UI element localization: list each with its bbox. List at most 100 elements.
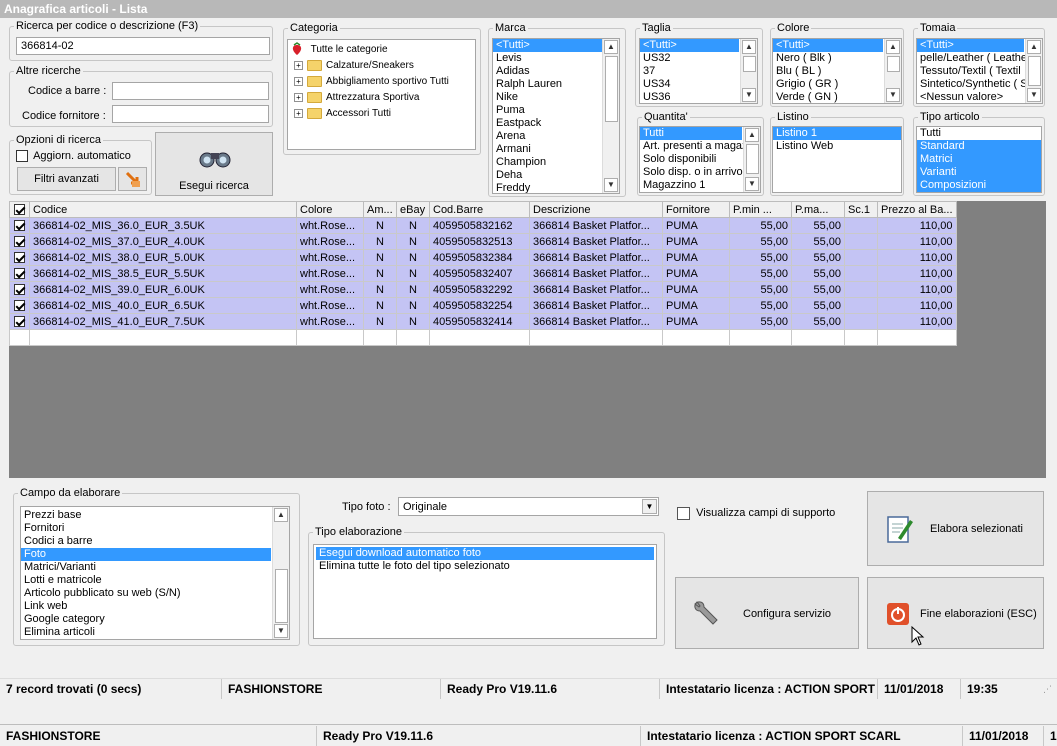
size-scrollbar[interactable]: ▲ ▼ bbox=[740, 39, 757, 103]
column-header[interactable]: eBay bbox=[396, 201, 430, 218]
quantity-list[interactable]: Tutti Art. presenti a magazzino Solo dis… bbox=[639, 126, 761, 193]
scroll-down-icon[interactable]: ▼ bbox=[745, 177, 759, 191]
row-checkbox[interactable] bbox=[9, 313, 30, 330]
quantity-item[interactable]: Magazzino 1 bbox=[640, 179, 744, 192]
table-row[interactable]: 366814-02_MIS_41.0_EUR_7.5UK wht.Rose... N… bbox=[9, 313, 957, 330]
scroll-thumb[interactable] bbox=[275, 569, 288, 623]
configure-service-button[interactable]: Configura servizio bbox=[675, 577, 859, 649]
row-checkbox[interactable] bbox=[9, 233, 30, 250]
color-item[interactable]: Grigio ( GR ) bbox=[773, 78, 901, 91]
expand-plus-icon[interactable]: + bbox=[294, 92, 303, 102]
chevron-down-icon[interactable]: ▼ bbox=[642, 499, 657, 514]
brand-item[interactable]: Champion bbox=[493, 156, 619, 169]
upper-material-item[interactable]: <Tutti> bbox=[917, 39, 1024, 52]
scroll-up-icon[interactable]: ▲ bbox=[745, 128, 759, 142]
supplier-code-input[interactable] bbox=[112, 105, 269, 123]
auto-update-checkbox[interactable]: Aggiorn. automatico bbox=[16, 150, 131, 163]
color-list[interactable]: <Tutti> Nero ( Blk ) Blu ( BL ) Grigio (… bbox=[772, 38, 902, 104]
photo-type-select[interactable]: Originale ▼ bbox=[398, 497, 659, 516]
table-row[interactable]: 366814-02_MIS_36.0_EUR_3.5UK wht.Rose... N… bbox=[9, 217, 957, 234]
scroll-up-icon[interactable]: ▲ bbox=[886, 40, 900, 54]
processing-type-list[interactable]: Esegui download automatico foto Elimina … bbox=[313, 544, 657, 639]
brand-item[interactable]: Arena bbox=[493, 130, 619, 143]
upper-material-item[interactable]: <Nessun valore> bbox=[917, 91, 1027, 103]
process-field-item[interactable]: Lotti e matricole bbox=[21, 574, 289, 587]
column-header[interactable]: P.min ... bbox=[729, 201, 792, 218]
process-selected-button[interactable]: Elabora selezionati bbox=[867, 491, 1044, 566]
checkbox-icon[interactable] bbox=[14, 252, 25, 264]
table-row[interactable]: 366814-02_MIS_38.5_EUR_5.5UK wht.Rose... N… bbox=[9, 265, 957, 282]
brand-item[interactable]: Freddy bbox=[493, 182, 619, 193]
row-checkbox[interactable] bbox=[9, 297, 30, 314]
advanced-filters-button[interactable]: Filtri avanzati bbox=[17, 167, 116, 191]
row-checkbox[interactable] bbox=[9, 265, 30, 282]
scroll-thumb[interactable] bbox=[887, 56, 900, 72]
run-search-button[interactable]: Esegui ricerca bbox=[155, 132, 273, 196]
scroll-up-icon[interactable]: ▲ bbox=[742, 40, 756, 54]
table-row[interactable]: 366814-02_MIS_39.0_EUR_6.0UK wht.Rose... N… bbox=[9, 281, 957, 298]
auto-update-checkbox-box[interactable] bbox=[16, 150, 28, 163]
item-type-list[interactable]: Tutti Standard Matrici Varianti Composiz… bbox=[916, 126, 1042, 193]
processing-type-item[interactable]: Elimina tutte le foto del tipo seleziona… bbox=[316, 560, 654, 573]
quantity-item[interactable]: Art. presenti a magazzino bbox=[640, 140, 744, 153]
scroll-down-icon[interactable]: ▼ bbox=[604, 178, 618, 192]
price-list-item[interactable]: Listino Web bbox=[773, 140, 901, 153]
item-type-item[interactable]: Tutti bbox=[917, 127, 1041, 140]
scroll-thumb[interactable] bbox=[746, 144, 759, 174]
brand-item[interactable]: Levis bbox=[493, 52, 619, 65]
brand-item[interactable]: <Tutti> bbox=[493, 39, 603, 52]
table-row[interactable]: 366814-02_MIS_38.0_EUR_5.0UK wht.Rose... N… bbox=[9, 249, 957, 266]
column-header[interactable]: Sc.1 bbox=[844, 201, 878, 218]
upper-material-scrollbar[interactable]: ▲ ▼ bbox=[1025, 39, 1042, 103]
brand-item[interactable]: Puma bbox=[493, 104, 619, 117]
scroll-down-icon[interactable]: ▼ bbox=[742, 88, 756, 102]
price-list-item[interactable]: Listino 1 bbox=[773, 127, 901, 140]
scroll-up-icon[interactable]: ▲ bbox=[274, 508, 288, 522]
process-field-item[interactable]: Google category bbox=[21, 613, 289, 626]
scroll-thumb[interactable] bbox=[605, 56, 618, 122]
checkbox-icon[interactable] bbox=[677, 507, 690, 520]
checkbox-icon[interactable] bbox=[14, 236, 25, 248]
expand-plus-icon[interactable]: + bbox=[294, 60, 303, 70]
process-field-list[interactable]: Prezzi base Fornitori Codici a barre Foto Ma… bbox=[20, 506, 290, 640]
category-node-sportswear[interactable]: + Abbigliamento sportivo Tutti bbox=[290, 74, 473, 90]
column-header[interactable]: Cod.Barre bbox=[429, 201, 530, 218]
category-node-accessories[interactable]: + Accessori Tutti bbox=[290, 106, 473, 122]
support-fields-checkbox[interactable]: Visualizza campi di supporto bbox=[677, 507, 835, 520]
process-field-item[interactable]: Matrici/Varianti bbox=[21, 561, 289, 574]
column-header[interactable]: Codice bbox=[29, 201, 297, 218]
size-list[interactable]: <Tutti> US32 37 US34 US36 ▲ ▼ bbox=[639, 38, 758, 104]
scroll-thumb[interactable] bbox=[743, 56, 756, 72]
category-node-sneakers[interactable]: + Calzature/Sneakers bbox=[290, 58, 473, 74]
column-header[interactable]: Descrizione bbox=[529, 201, 663, 218]
brand-item[interactable]: Adidas bbox=[493, 65, 619, 78]
brand-item[interactable]: Nike bbox=[493, 91, 619, 104]
category-node-equipment[interactable]: + Attrezzatura Sportiva bbox=[290, 90, 473, 106]
column-header[interactable]: Am... bbox=[363, 201, 397, 218]
resize-grip-icon[interactable]: ⋰ bbox=[1043, 684, 1052, 695]
quantity-item[interactable]: Tutti bbox=[640, 127, 742, 140]
scroll-thumb[interactable] bbox=[1028, 56, 1041, 86]
results-grid[interactable]: Codice Colore Am... eBay Cod.Barre Descr… bbox=[9, 201, 957, 346]
size-item[interactable]: <Tutti> bbox=[640, 39, 739, 52]
barcode-input[interactable] bbox=[112, 82, 269, 100]
quantity-item[interactable]: Solo disponibili bbox=[640, 153, 744, 166]
end-processing-button[interactable]: Fine elaborazioni (ESC) bbox=[867, 577, 1044, 649]
upper-material-item[interactable]: Sintetico/Synthetic ( S bbox=[917, 78, 1027, 91]
checkbox-icon[interactable] bbox=[14, 300, 25, 312]
scroll-down-icon[interactable]: ▼ bbox=[886, 88, 900, 102]
checkbox-icon[interactable] bbox=[14, 268, 25, 280]
color-item[interactable]: Verde ( GN ) bbox=[773, 91, 901, 103]
scroll-down-icon[interactable]: ▼ bbox=[1027, 88, 1041, 102]
scroll-down-icon[interactable]: ▼ bbox=[274, 624, 288, 638]
column-header[interactable]: Fornitore bbox=[662, 201, 730, 218]
color-item[interactable]: Blu ( BL ) bbox=[773, 65, 901, 78]
select-all-checkbox[interactable] bbox=[9, 201, 30, 218]
row-checkbox[interactable] bbox=[9, 217, 30, 234]
category-root[interactable]: Tutte le categorie bbox=[290, 42, 473, 58]
column-header[interactable]: P.ma... bbox=[791, 201, 845, 218]
process-field-item[interactable]: Fornitori bbox=[21, 522, 289, 535]
process-field-item[interactable]: Articolo pubblicato su web (S/N) bbox=[21, 587, 289, 600]
color-item[interactable]: Nero ( Blk ) bbox=[773, 52, 901, 65]
table-row[interactable]: 366814-02_MIS_40.0_EUR_6.5UK wht.Rose... N… bbox=[9, 297, 957, 314]
